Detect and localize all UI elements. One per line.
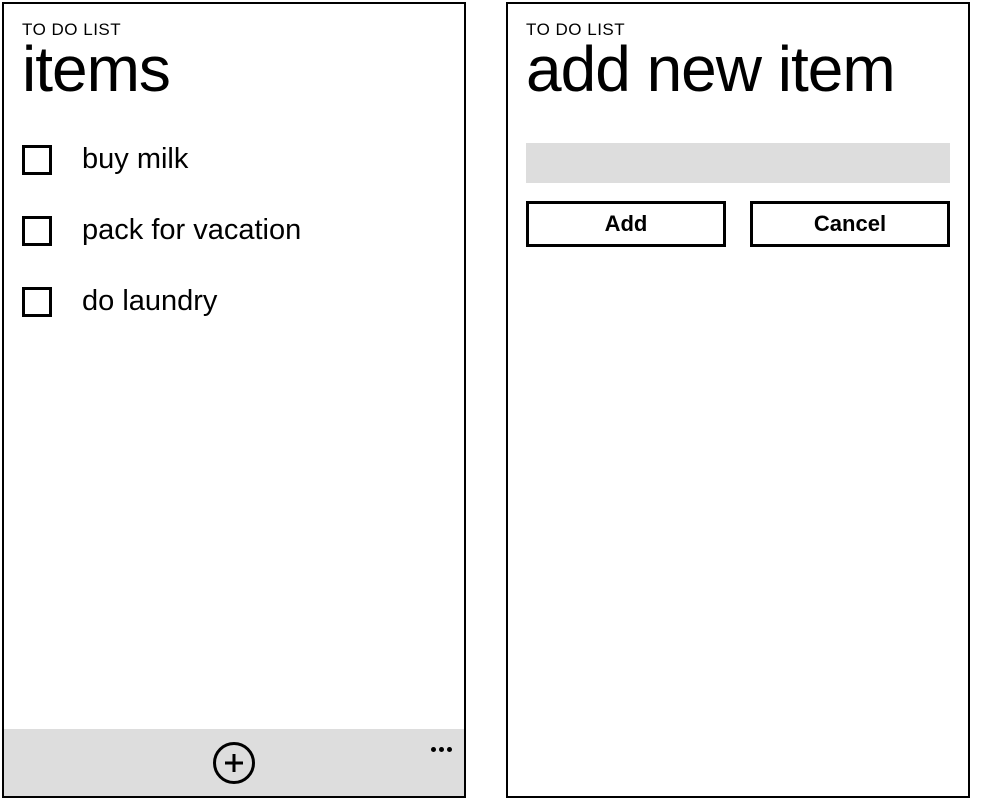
item-label: do laundry — [82, 285, 217, 318]
items-screen: TO DO LIST items buy milk pack for vacat… — [2, 2, 466, 798]
items-list: buy milk pack for vacation do laundry — [4, 103, 464, 796]
header: TO DO LIST add new item — [508, 4, 968, 103]
add-form: Add Cancel — [508, 103, 968, 796]
new-item-input[interactable] — [526, 143, 950, 183]
header: TO DO LIST items — [4, 4, 464, 103]
list-item[interactable]: pack for vacation — [22, 214, 446, 247]
page-title: add new item — [526, 36, 950, 103]
page-title: items — [22, 36, 446, 103]
more-icon — [431, 747, 436, 752]
add-item-screen: TO DO LIST add new item Add Cancel — [506, 2, 970, 798]
checkbox[interactable] — [22, 287, 52, 317]
list-item[interactable]: buy milk — [22, 143, 446, 176]
add-button[interactable] — [213, 742, 255, 784]
plus-icon — [222, 751, 246, 775]
checkbox[interactable] — [22, 216, 52, 246]
appbar — [4, 729, 464, 796]
button-row: Add Cancel — [526, 201, 950, 247]
more-icon — [447, 747, 452, 752]
list-item[interactable]: do laundry — [22, 285, 446, 318]
more-button[interactable] — [428, 737, 452, 752]
item-label: pack for vacation — [82, 214, 301, 247]
add-button[interactable]: Add — [526, 201, 726, 247]
cancel-button[interactable]: Cancel — [750, 201, 950, 247]
checkbox[interactable] — [22, 145, 52, 175]
more-icon — [439, 747, 444, 752]
item-label: buy milk — [82, 143, 188, 176]
